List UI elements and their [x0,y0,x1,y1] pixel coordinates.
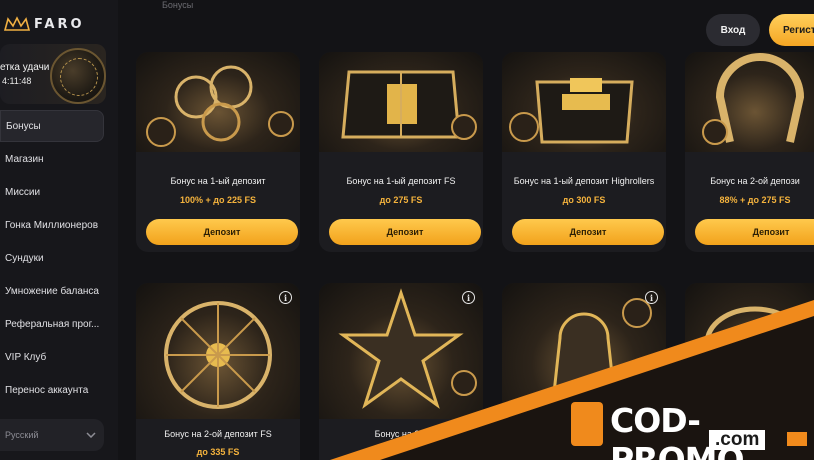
chevron-down-icon [86,432,96,438]
info-icon[interactable]: i [279,291,292,304]
deposit-button[interactable]: Депозит [146,219,298,245]
bonus-title: Бонус на 2-ой депози [710,176,800,186]
page-title: Бонусы [162,0,194,10]
sidebar-item-balance-multiplier[interactable]: Умножение баланса [0,275,104,307]
sidebar-item-label: Миссии [5,186,41,198]
bonus-card: Бонус на 2-ой депози 88% + до 275 FS Деп… [685,52,814,252]
sidebar-item-label: Умножение баланса [5,285,99,297]
wheel-image [136,283,300,419]
sidebar-item-referral[interactable]: Реферальная прог... [0,308,104,340]
language-select[interactable]: Русский [0,419,104,451]
login-button[interactable]: Вход [706,14,760,46]
sidebar-item-chests[interactable]: Сундуки [0,242,104,274]
sidebar-item-label: VIP Клуб [5,351,47,363]
brand-logo[interactable]: FARO [4,16,85,32]
deposit-button[interactable]: Депозит [512,219,664,245]
bonus-subtitle: 88% + до 275 FS [719,195,791,205]
sidebar-item-millionaire-race[interactable]: Гонка Миллионеров [0,209,104,241]
wheel-image [50,48,106,104]
language-label: Русский [5,430,39,440]
bonus-card: i Бонус на 2-ой депозит FS до 335 FS [136,283,300,460]
sidebar-item-label: Сундуки [5,252,44,264]
sidebar-item-vip[interactable]: VIP Клуб [0,341,104,373]
register-button[interactable]: Регистр [769,14,814,46]
bell-image [502,283,666,419]
gold-bars-image [502,52,666,152]
bonus-title: Бонус на 1-ый депозит [170,176,266,186]
bonus-card: Бонус на 1-ый депозит Highrollers до 300… [502,52,666,252]
info-icon[interactable]: i [462,291,475,304]
bonus-title: Бонус на 1-ый депозит Highrollers [513,176,655,186]
crown-icon [4,16,30,31]
sidebar: FARO етка удачи 4:11:48 Бонусы Магазин М… [0,0,118,460]
sidebar-item-label: Магазин [5,153,44,165]
sidebar-item-bonuses[interactable]: Бонусы [0,110,104,142]
sidebar-item-shop[interactable]: Магазин [0,143,104,175]
clover-image [136,52,300,152]
sidebar-item-label: Бонусы [6,120,41,132]
ring-image [685,283,814,419]
deposit-button[interactable]: Депозит [329,219,481,245]
sidebar-item-label: Гонка Миллионеров [5,219,99,231]
bonus-title: Бонус на 1-ый депозит FS [346,176,456,186]
sidebar-item-account-transfer[interactable]: Перенос аккаунта [0,374,104,406]
bonus-title: Бонус на 2-о [374,429,428,439]
sidebar-item-label: Реферальная прог... [5,318,100,330]
bonus-subtitle: до 335 FS [196,447,240,457]
sidebar-item-missions[interactable]: Миссии [0,176,104,208]
top-bar: Бонусы Вход Регистр [118,0,814,60]
wheel-timer: 4:11:48 [2,76,32,86]
bonus-card: i Бонус на 2-о [319,283,483,460]
bonus-subtitle: до 300 FS [562,195,606,205]
star-image [319,283,483,419]
chest-image [319,52,483,152]
lucky-wheel-card[interactable]: етка удачи 4:11:48 [0,44,106,104]
brand-name: FARO [34,16,85,32]
info-icon[interactable]: i [645,291,658,304]
promo-watermark-sub: .com [709,430,766,450]
sidebar-item-label: Перенос аккаунта [5,384,89,396]
bonus-card: Бонус на 1-ый депозит FS до 275 FS Депоз… [319,52,483,252]
horseshoe-image [685,52,814,152]
deposit-button[interactable]: Депозит [695,219,814,245]
bonus-title: Бонус на 2-ой депозит FS [164,429,272,439]
wheel-title: етка удачи [0,62,50,73]
bonus-subtitle: до 275 FS [379,195,423,205]
bonus-card: Бонус на 1-ый депозит 100% + до 225 FS Д… [136,52,300,252]
bonus-subtitle: 100% + до 225 FS [179,195,256,205]
sidebar-nav: Бонусы Магазин Миссии Гонка Миллионеров … [0,110,104,407]
